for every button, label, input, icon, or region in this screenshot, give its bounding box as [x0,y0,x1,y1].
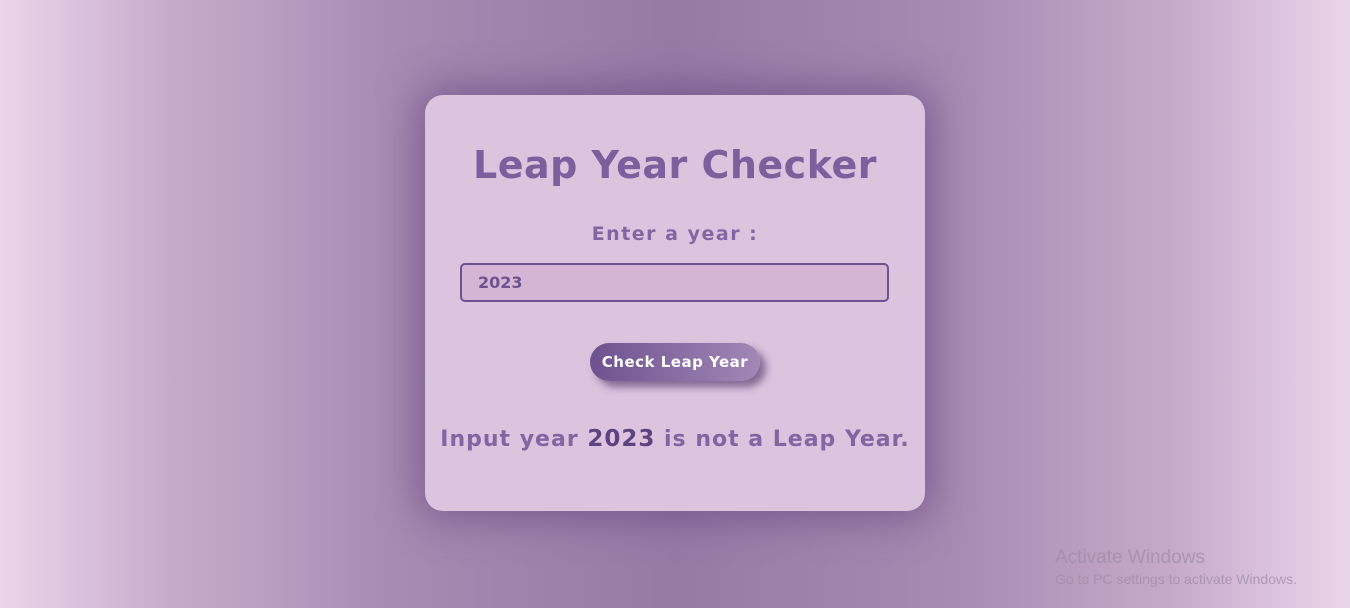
watermark-subtitle: Go to PC settings to activate Windows. [1055,571,1297,587]
page-title: Leap Year Checker [473,143,877,187]
year-input[interactable] [460,263,889,302]
result-year: 2023 [587,426,656,452]
result-prefix: Input year [440,427,588,452]
watermark-title: Activate Windows [1055,547,1205,568]
result-message: Input year 2023 is not a Leap Year. [425,426,925,452]
year-input-label: Enter a year : [591,223,759,245]
activate-windows-watermark: Activate Windows Go to PC settings to ac… [1055,547,1297,589]
result-suffix: is not a Leap Year. [655,427,910,452]
check-leap-year-button[interactable]: Check Leap Year [590,343,760,381]
leap-year-card: Leap Year Checker Enter a year : Check L… [425,95,925,511]
